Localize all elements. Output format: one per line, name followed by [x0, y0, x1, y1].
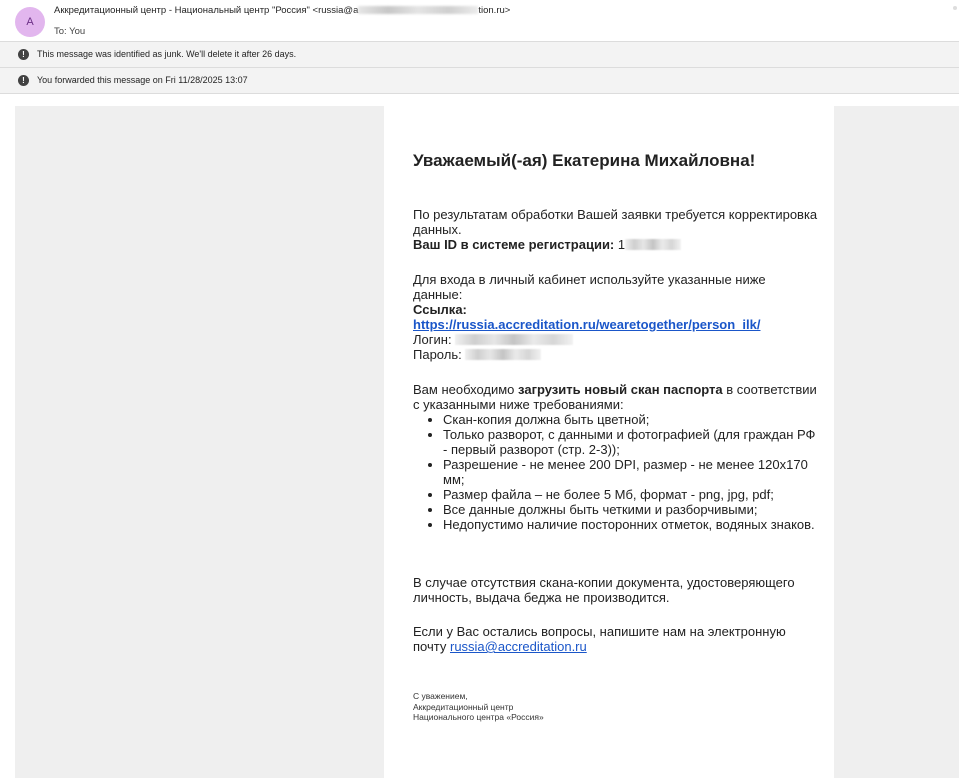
id-value: 1: [617, 237, 626, 252]
requirements-list: Скан-копия должна быть цветной; Только р…: [413, 412, 818, 532]
upload-paragraph: Вам необходимо загрузить новый скан пасп…: [413, 382, 818, 532]
upload-prefix: Вам необходимо: [413, 382, 515, 397]
sender-avatar[interactable]: A: [15, 7, 45, 37]
absence-note: В случае отсутствия скана-копии документ…: [413, 575, 795, 605]
greeting: Уважаемый(-ая) Екатерина Михайловна!: [413, 151, 756, 170]
junk-notice-text: This message was identified as junk. We'…: [37, 49, 297, 59]
account-link[interactable]: https://russia.accreditation.ru/wearetog…: [413, 317, 760, 332]
password-redacted: [465, 349, 542, 360]
sender-email-redacted: [358, 6, 479, 15]
message-body: Уважаемый(-ая) Екатерина Михайловна! По …: [15, 106, 959, 778]
list-item: Скан-копия должна быть цветной;: [443, 412, 818, 427]
info-icon: !: [18, 49, 29, 60]
recipient-line: To: You: [54, 26, 86, 37]
status-text: По результатам обработки Вашей заявки тр…: [413, 207, 818, 237]
list-item: Только разворот, с данными и фотографией…: [443, 427, 818, 457]
status-paragraph: По результатам обработки Вашей заявки тр…: [413, 207, 818, 252]
signature-line: Аккредитационный центр: [413, 701, 514, 712]
sender-email-end: tion.ru>: [478, 5, 511, 16]
login-label: Логин:: [413, 332, 452, 347]
password-label: Пароль:: [413, 347, 462, 362]
forwarded-notice-text: You forwarded this message on Fri 11/28/…: [37, 75, 248, 85]
sender-name[interactable]: Аккредитационный центр - Национальный це…: [54, 5, 310, 16]
signature: С уважением, Аккредитационный центр Наци…: [413, 691, 544, 723]
contact-email-link[interactable]: russia@accreditation.ru: [450, 639, 587, 654]
id-redacted: [625, 239, 682, 250]
sender-email-start: <russia@a: [312, 5, 359, 16]
sender-line[interactable]: Аккредитационный центр - Национальный це…: [54, 5, 510, 16]
link-label: Ссылка:: [413, 302, 467, 317]
forwarded-notice: ! You forwarded this message on Fri 11/2…: [0, 67, 959, 94]
message-header: A Аккредитационный центр - Национальный …: [0, 0, 959, 41]
list-item: Недопустимо наличие посторонних отметок,…: [443, 517, 818, 532]
login-intro: Для входа в личный кабинет используйте у…: [413, 272, 766, 302]
login-redacted: [455, 334, 574, 345]
list-item: Разрешение - не менее 200 DPI, размер - …: [443, 457, 818, 487]
id-label: Ваш ID в системе регистрации:: [413, 237, 615, 252]
email-card: Уважаемый(-ая) Екатерина Михайловна! По …: [384, 106, 834, 778]
questions-paragraph: Если у Вас остались вопросы, напишите на…: [413, 624, 818, 654]
login-paragraph: Для входа в личный кабинет используйте у…: [413, 272, 818, 362]
info-icon: !: [18, 75, 29, 86]
list-item: Все данные должны быть четкими и разборч…: [443, 502, 818, 517]
junk-notice: ! This message was identified as junk. W…: [0, 41, 959, 67]
signature-line: Национального центра «Россия»: [413, 712, 544, 722]
upload-bold: загрузить новый скан паспорта: [518, 382, 723, 397]
signature-line: С уважением,: [413, 691, 468, 701]
more-icon[interactable]: [953, 6, 957, 10]
list-item: Размер файла – не более 5 Мб, формат - p…: [443, 487, 818, 502]
